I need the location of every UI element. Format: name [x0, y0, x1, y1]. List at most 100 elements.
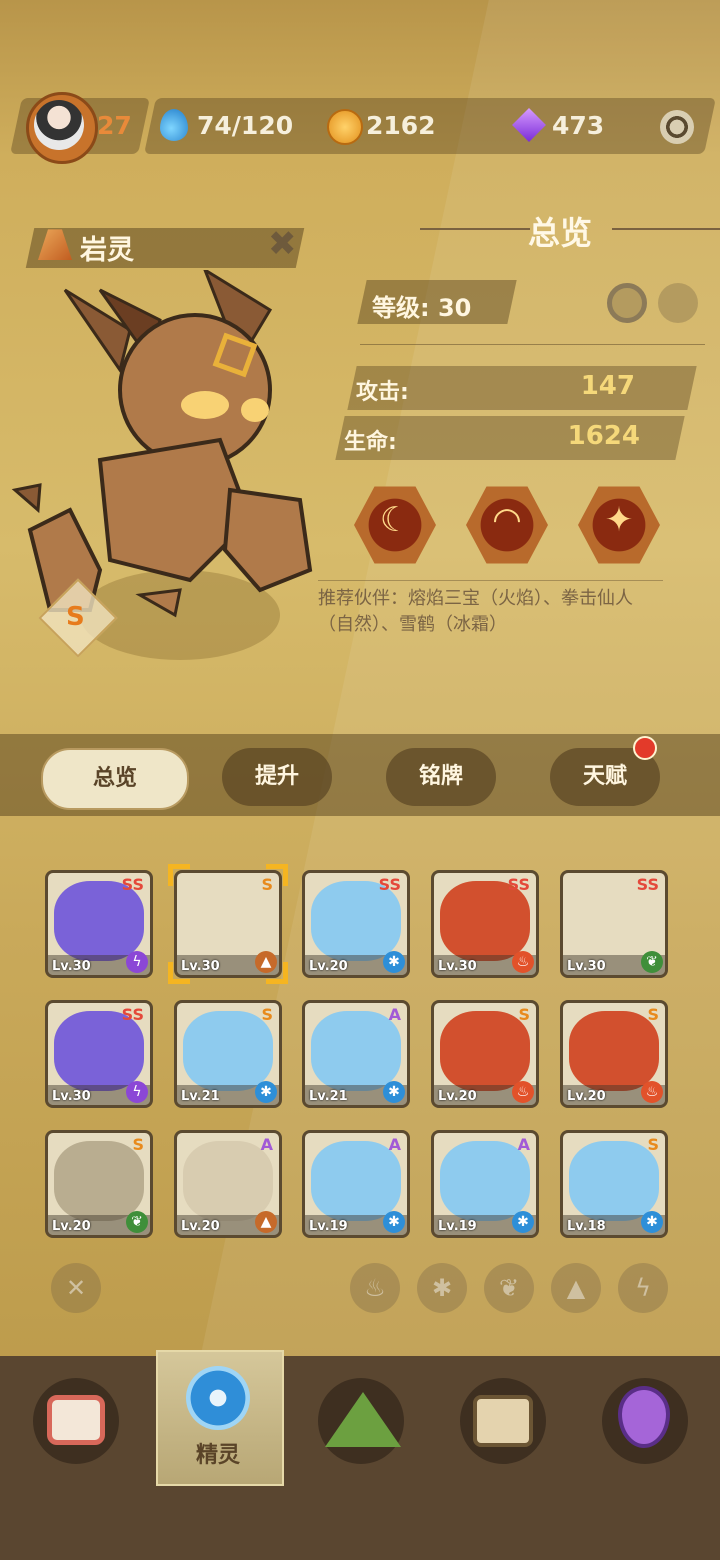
ice-element-icon: ✱	[641, 1211, 663, 1233]
card-level: Lv.20	[438, 1089, 477, 1104]
close-icon[interactable]: ✖	[268, 226, 297, 262]
thunder-filter-icon[interactable]: ϟ	[618, 1263, 668, 1313]
card-level: Lv.19	[438, 1219, 477, 1234]
spirit-card[interactable]: A Lv.19 ✱	[302, 1130, 410, 1238]
title-ornament-left	[420, 228, 530, 230]
spirit-card[interactable]: S Lv.20 ♨	[431, 1000, 539, 1108]
selection-corner	[168, 962, 190, 984]
spirit-card[interactable]: S Lv.18 ✱	[560, 1130, 668, 1238]
card-level: Lv.18	[567, 1219, 606, 1234]
card-level: Lv.20	[52, 1219, 91, 1234]
selection-corner	[266, 962, 288, 984]
nature-filter-icon[interactable]: ❦	[484, 1263, 534, 1313]
tab-upgrade[interactable]: 提升	[222, 748, 332, 806]
spirit-card[interactable]: S Lv.20 ♨	[560, 1000, 668, 1108]
spirit-portrait	[183, 1141, 273, 1221]
ice-element-icon: ✱	[383, 951, 405, 973]
spirit-orb-icon	[186, 1366, 250, 1430]
spirit-card[interactable]: SS Lv.30 ♨	[431, 870, 539, 978]
avatar[interactable]	[34, 100, 84, 150]
spirit-portrait	[569, 1011, 659, 1091]
fire-element-icon: ♨	[512, 1081, 534, 1103]
spirit-portrait	[54, 1141, 144, 1221]
spirit-portrait	[183, 1011, 273, 1091]
card-level: Lv.30	[438, 959, 477, 974]
card-rank: S	[647, 1005, 659, 1024]
recommended-partners: 推荐伙伴：熔焰三宝（火焰）、拳击仙人（自然）、雪鹤（冰霜）	[318, 588, 633, 635]
spirit-level: 等级: 30	[372, 294, 472, 322]
thunder-element-icon: ϟ	[126, 1081, 148, 1103]
fire-filter-icon[interactable]: ♨	[350, 1263, 400, 1313]
card-level: Lv.20	[181, 1219, 220, 1234]
title-ornament-right	[612, 228, 720, 230]
card-rank: A	[260, 1135, 273, 1154]
fire-element-icon: ♨	[512, 951, 534, 973]
card-rank: S	[261, 1005, 273, 1024]
player-level: 27	[97, 111, 132, 140]
spirit-portrait	[440, 1141, 530, 1221]
card-rank: S	[647, 1135, 659, 1154]
earth-filter-icon[interactable]: ▲	[551, 1263, 601, 1313]
slash-skill-icon: ◠	[492, 500, 522, 540]
nav-spirits-label: 精灵	[195, 1443, 240, 1468]
tab-nameplate[interactable]: 铭牌	[386, 748, 496, 806]
mountain-icon	[325, 1392, 401, 1447]
coin-value: 2162	[366, 111, 436, 140]
card-rank: A	[388, 1005, 401, 1024]
settings-gear-icon[interactable]	[660, 110, 694, 144]
card-rank: A	[388, 1135, 401, 1154]
card-level: Lv.20	[309, 959, 348, 974]
spirit-card[interactable]: SS Lv.20 ✱	[302, 870, 410, 978]
attack-value: 147	[580, 371, 635, 401]
spirit-card[interactable]: A Lv.21 ✱	[302, 1000, 410, 1108]
spirit-card[interactable]: A Lv.20 ▲	[174, 1130, 282, 1238]
selection-corner	[168, 864, 190, 886]
card-level: Lv.19	[309, 1219, 348, 1234]
notification-dot	[633, 736, 657, 760]
device-icon	[47, 1395, 105, 1445]
earth-element-icon: ▲	[255, 1211, 277, 1233]
card-rank: SS	[636, 875, 659, 894]
card-level: Lv.30	[52, 1089, 91, 1104]
ice-filter-icon[interactable]: ✱	[417, 1263, 467, 1313]
chest-icon	[473, 1395, 533, 1447]
hp-label: 生命:	[344, 430, 397, 455]
clear-filter-icon[interactable]: ✕	[51, 1263, 101, 1313]
card-rank: A	[517, 1135, 530, 1154]
hp-value: 1624	[567, 421, 640, 451]
card-rank: SS	[378, 875, 401, 894]
favorite-ring-icon[interactable]	[607, 283, 647, 323]
tab-overview[interactable]: 总览	[41, 748, 189, 810]
rank-letter: S	[66, 602, 85, 632]
card-level: Lv.30	[52, 959, 91, 974]
spirit-card[interactable]: SS Lv.30 ❦	[560, 870, 668, 978]
card-rank: SS	[121, 1005, 144, 1024]
ice-element-icon: ✱	[255, 1081, 277, 1103]
divider	[360, 344, 705, 345]
ice-element-icon: ✱	[512, 1211, 534, 1233]
stamina-icon	[160, 109, 188, 141]
spirit-portrait	[569, 1141, 659, 1221]
gem-value: 473	[552, 111, 605, 140]
card-rank: S	[518, 1005, 530, 1024]
ice-element-icon: ✱	[383, 1211, 405, 1233]
nature-element-icon: ❦	[641, 951, 663, 973]
spirit-portrait	[440, 1011, 530, 1091]
spirit-portrait	[311, 1141, 401, 1221]
spirit-card[interactable]: A Lv.19 ✱	[431, 1130, 539, 1238]
spirit-card[interactable]: SS Lv.30 ϟ	[45, 870, 153, 978]
lock-icon[interactable]	[658, 283, 698, 323]
spirit-card[interactable]: S Lv.20 ❦	[45, 1130, 153, 1238]
card-rank: SS	[121, 875, 144, 894]
card-rank: SS	[507, 875, 530, 894]
ice-element-icon: ✱	[383, 1081, 405, 1103]
attack-label: 攻击:	[356, 380, 409, 405]
fire-element-icon: ♨	[641, 1081, 663, 1103]
thunder-element-icon: ϟ	[126, 951, 148, 973]
spirit-card[interactable]: S Lv.21 ✱	[174, 1000, 282, 1108]
card-level: Lv.20	[567, 1089, 606, 1104]
card-level: Lv.21	[181, 1089, 220, 1104]
spirit-name: 岩灵	[80, 235, 134, 266]
spirit-card[interactable]: SS Lv.30 ϟ	[45, 1000, 153, 1108]
coin-icon	[327, 109, 363, 145]
